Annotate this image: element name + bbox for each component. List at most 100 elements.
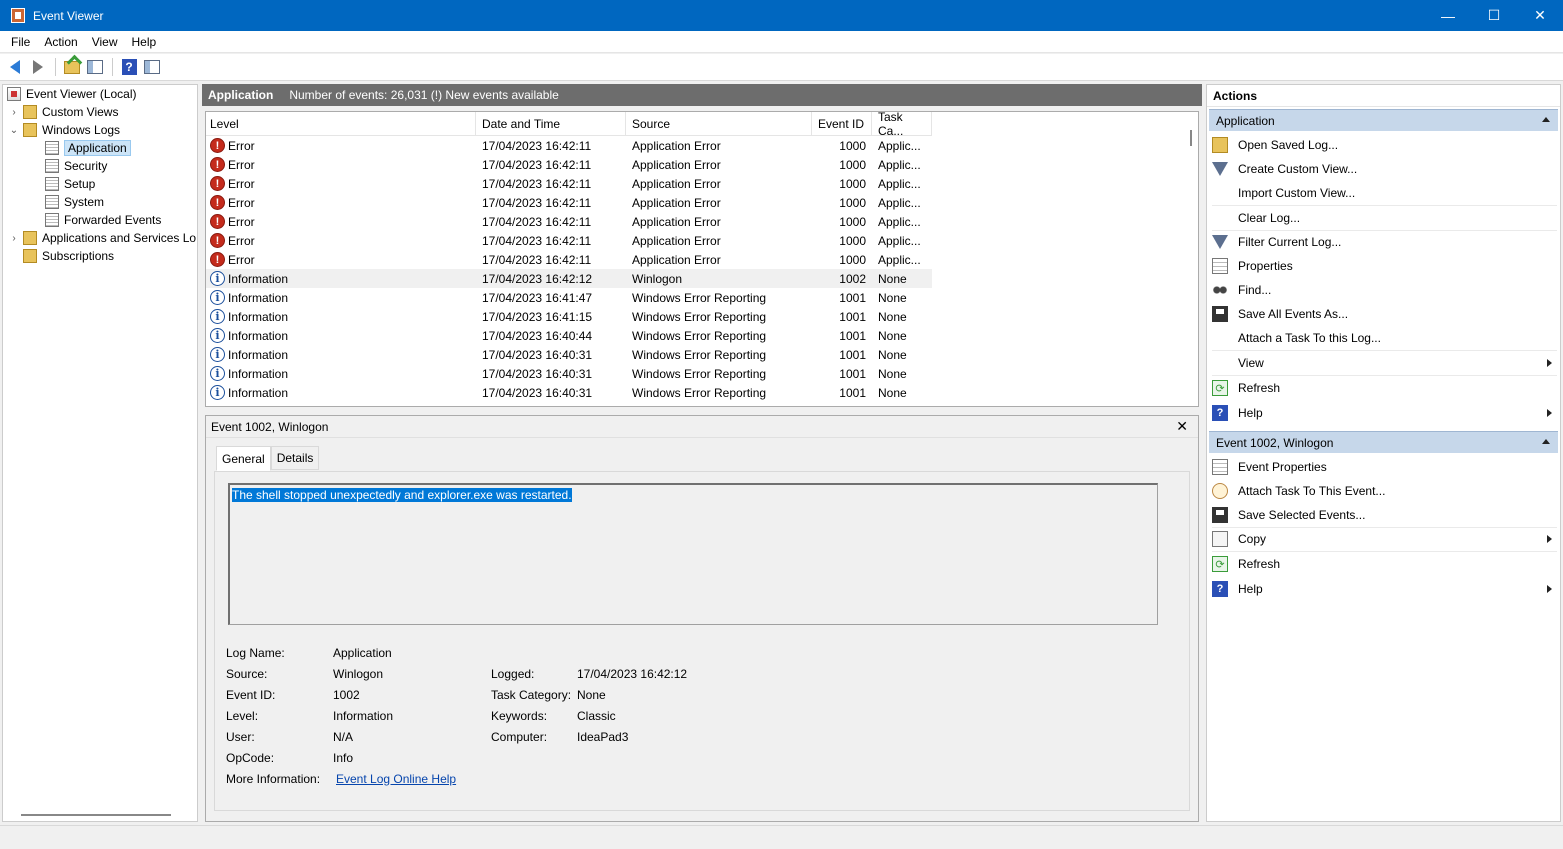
forward-button[interactable] [27, 56, 49, 78]
tree-horizontal-scrollbar[interactable] [21, 814, 171, 816]
table-row[interactable]: i Information 17/04/2023 16:40:31 Windows E… [206, 345, 932, 364]
action-import-custom-view[interactable]: Import Custom View... [1212, 181, 1556, 205]
event-message-box[interactable]: The shell stopped unexpectedly and explo… [228, 483, 1158, 625]
table-row[interactable]: ! Error 17/04/2023 16:42:11 Application Err… [206, 212, 932, 231]
tree-item-subscriptions[interactable]: Subscriptions [23, 247, 114, 265]
help-icon: ? [1212, 405, 1228, 421]
tree-item-setup[interactable]: Setup [45, 175, 95, 193]
blank-icon [1212, 185, 1228, 201]
action-create-custom-view[interactable]: Create Custom View... [1212, 157, 1556, 181]
action-attach-task-log[interactable]: Attach a Task To this Log... [1212, 326, 1556, 350]
action-attach-task-event[interactable]: Attach Task To This Event... [1212, 479, 1556, 503]
table-row[interactable]: ! Error 17/04/2023 16:42:11 Application Err… [206, 174, 932, 193]
tab-general[interactable]: General [216, 446, 271, 471]
menu-help[interactable]: Help [125, 35, 164, 49]
table-row[interactable]: i Information 17/04/2023 16:40:31 Windows E… [206, 383, 932, 402]
collapse-chevron-icon[interactable]: ⌄ [9, 125, 19, 136]
column-header-event-id[interactable]: Event ID [812, 112, 872, 136]
action-properties[interactable]: Properties [1212, 254, 1556, 278]
action-find[interactable]: Find... [1212, 278, 1556, 302]
tree-item-custom-views[interactable]: › Custom Views [9, 103, 118, 121]
tree-item-label: Application [64, 140, 131, 156]
tree-item-label: Custom Views [42, 105, 119, 119]
collapse-caret-icon[interactable] [1542, 117, 1550, 122]
cell-event-id: 1002 [839, 271, 866, 286]
maximize-button[interactable]: ☐ [1471, 0, 1517, 31]
column-header-task-category[interactable]: Task Ca... [872, 112, 932, 138]
level-text: Information [228, 290, 289, 305]
tree-item-system[interactable]: System [45, 193, 104, 211]
show-hide-tree-button[interactable] [84, 56, 106, 78]
menu-action[interactable]: Action [37, 35, 84, 49]
cell-level: i Information [206, 345, 476, 364]
value-log-name: Application [333, 645, 392, 660]
action-open-saved-log[interactable]: Open Saved Log... [1212, 133, 1556, 157]
up-one-level-button[interactable] [61, 56, 83, 78]
column-header-level[interactable]: Level [206, 112, 476, 136]
up-folder-icon [64, 60, 80, 74]
table-row[interactable]: ! Error 17/04/2023 16:42:11 Application Err… [206, 155, 932, 174]
event-log-online-help-link[interactable]: Event Log Online Help [336, 772, 456, 786]
detail-close-icon[interactable]: ✕ [1176, 418, 1188, 435]
action-event-properties[interactable]: Event Properties [1212, 455, 1556, 479]
show-hide-action-pane-button[interactable] [141, 56, 163, 78]
action-event-help[interactable]: ? Help [1212, 577, 1556, 601]
action-filter-current-log[interactable]: Filter Current Log... [1212, 230, 1556, 254]
table-row[interactable]: ! Error 17/04/2023 16:42:11 Application Err… [206, 193, 932, 212]
expand-chevron-icon[interactable]: › [9, 233, 19, 244]
table-row[interactable]: i Information 17/04/2023 16:42:12 Winlogon 1… [206, 269, 932, 288]
tree-item-forwarded-events[interactable]: Forwarded Events [45, 211, 161, 229]
table-row[interactable]: i Information 17/04/2023 16:40:44 Windows E… [206, 326, 932, 345]
tree-item-application[interactable]: Application [45, 139, 131, 157]
menu-bar: File Action View Help [0, 31, 1563, 53]
title-bar: Event Viewer — ☐ ✕ [0, 0, 1563, 31]
actions-section-application[interactable]: Application [1209, 109, 1558, 131]
help-toolbar-button[interactable]: ? [118, 56, 140, 78]
action-label: Open Saved Log... [1238, 138, 1339, 152]
properties-icon [1212, 258, 1228, 274]
table-row[interactable]: i Information 17/04/2023 16:41:15 Windows E… [206, 307, 932, 326]
cell-event-id: 1001 [839, 309, 866, 324]
menu-view[interactable]: View [85, 35, 125, 49]
column-header-source[interactable]: Source [626, 112, 812, 136]
table-row[interactable]: i Information 17/04/2023 16:41:47 Windows E… [206, 288, 932, 307]
action-save-selected-events[interactable]: Save Selected Events... [1212, 503, 1556, 527]
table-row[interactable]: ! Error 17/04/2023 16:42:11 Application Err… [206, 136, 932, 155]
minimize-button[interactable]: — [1425, 0, 1471, 31]
close-button[interactable]: ✕ [1517, 0, 1563, 31]
action-refresh[interactable]: ⟳ Refresh [1212, 376, 1556, 400]
action-view[interactable]: View [1212, 351, 1556, 375]
tab-details[interactable]: Details [270, 446, 320, 470]
tree-item-apps-services[interactable]: › Applications and Services Lo [9, 229, 196, 247]
cell-event-id: 1000 [839, 233, 866, 248]
collapse-caret-icon[interactable] [1542, 439, 1550, 444]
tree-item-root[interactable]: Event Viewer (Local) [7, 85, 137, 103]
cell-date: 17/04/2023 16:42:11 [482, 195, 592, 210]
grid-vertical-scrollbar[interactable] [1190, 130, 1192, 146]
cell-event-id: 1000 [839, 157, 866, 172]
table-row[interactable]: i Information 17/04/2023 16:40:31 Windows E… [206, 364, 932, 383]
actions-section-event[interactable]: Event 1002, Winlogon [1209, 431, 1558, 453]
binoculars-icon [1212, 282, 1228, 298]
table-row[interactable]: ! Error 17/04/2023 16:42:11 Application Err… [206, 250, 932, 269]
column-header-date[interactable]: Date and Time [476, 112, 626, 136]
expand-chevron-icon[interactable]: › [9, 107, 19, 118]
tree-item-windows-logs[interactable]: ⌄ Windows Logs [9, 121, 120, 139]
action-clear-log[interactable]: Clear Log... [1212, 206, 1556, 230]
table-row[interactable]: ! Error 17/04/2023 16:42:11 Application Err… [206, 231, 932, 250]
blank-icon [1212, 355, 1228, 371]
cell-event-id: 1000 [839, 195, 866, 210]
action-event-refresh[interactable]: ⟳ Refresh [1212, 552, 1556, 576]
action-save-all-events[interactable]: Save All Events As... [1212, 302, 1556, 326]
cell-event-id: 1000 [839, 176, 866, 191]
task-clock-icon [1212, 483, 1228, 499]
menu-file[interactable]: File [4, 35, 37, 49]
action-help[interactable]: ? Help [1212, 401, 1556, 425]
back-button[interactable] [4, 56, 26, 78]
cell-date: 17/04/2023 16:40:31 [482, 366, 593, 381]
value-logged: 17/04/2023 16:42:12 [577, 666, 688, 681]
action-copy[interactable]: Copy [1212, 527, 1556, 551]
cell-source: Application Error [632, 195, 721, 210]
tree-item-security[interactable]: Security [45, 157, 107, 175]
label-level: Level: [226, 708, 259, 723]
